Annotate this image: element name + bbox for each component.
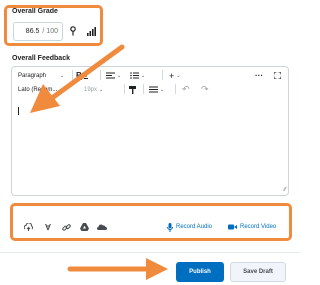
annotation-arrows: [30, 44, 168, 280]
arrow-to-publish: [67, 258, 168, 280]
arrow-to-editor: [30, 44, 125, 113]
